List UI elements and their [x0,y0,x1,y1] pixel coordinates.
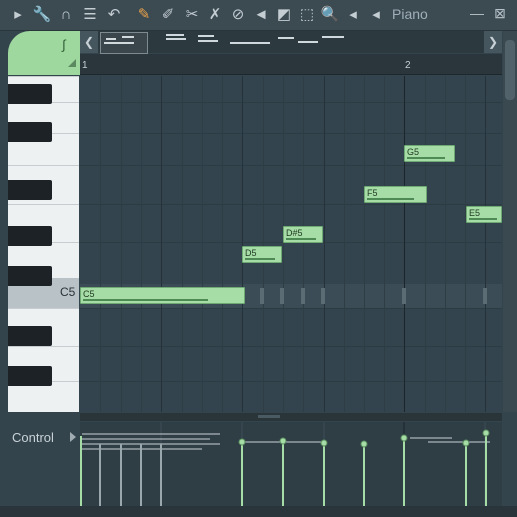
timeline-ruler[interactable]: 1 2 [80,54,502,75]
bar-number: 1 [82,60,88,71]
speaker-icon[interactable]: ◂ [366,4,386,26]
menu-circle-icon[interactable]: ☰ [80,4,100,26]
magnet-icon[interactable]: ∩ [56,4,76,26]
note-label: D5 [245,248,257,258]
note-label: D#5 [286,228,303,238]
velocity-bar [286,238,316,240]
velocity-bar [83,299,208,301]
piano-black-key[interactable] [8,266,52,286]
piano-black-key[interactable] [8,180,52,200]
scroll-left-button[interactable]: ❮ [80,31,98,53]
note-label: G5 [407,147,420,157]
mute-tool-icon[interactable]: ⊘ [228,4,248,26]
key-label: C5 [60,285,76,299]
select-tool-icon[interactable]: ⬚ [297,4,317,26]
piano-black-key[interactable] [8,84,52,104]
overview-view-window[interactable] [100,32,148,54]
playback-tool-icon[interactable]: ◂ [343,4,363,26]
paint-brush-icon[interactable]: ✐ [158,4,178,26]
undo-icon[interactable]: ↶ [104,4,124,26]
event-editor-divider[interactable] [80,413,502,421]
note-c5[interactable]: C5 [80,287,245,304]
divider-grip[interactable] [258,415,280,418]
speaker-mute-icon[interactable]: ◄ [251,4,271,26]
pattern-overview[interactable] [98,31,484,53]
control-dropdown-icon[interactable] [70,432,76,442]
bottom-bar [0,506,517,517]
wrench-icon[interactable]: 🔧 [32,4,52,26]
note-label: C5 [83,289,95,299]
velocity-bar [245,258,275,260]
erase-tool-icon[interactable]: ✗ [205,4,225,26]
note-g5[interactable]: G5 [404,145,455,162]
velocity-bar [407,157,445,159]
velocity-lanes[interactable] [80,422,502,506]
piano-black-key[interactable] [8,366,52,386]
note-e5[interactable]: E5 [466,206,502,223]
piano-black-key[interactable] [8,326,52,346]
note-d5[interactable]: D5 [242,246,282,263]
pencil-icon[interactable]: ✎ [134,4,154,26]
delete-tool-icon[interactable]: ✂ [182,4,202,26]
instrument-name[interactable]: Piano [392,6,428,22]
velocity-bar [367,198,414,200]
piano-black-key[interactable] [8,226,52,246]
note-label: E5 [469,208,481,218]
scroll-right-button[interactable]: ❯ [484,31,502,53]
piano-roll-toolbar: ▸ 🔧 ∩ ☰ ↶ ✎ ✐ ✂ ✗ ⊘ ◄ ◩ ⬚ 🔍 ◂ ◂ Piano — … [0,0,517,31]
piano-keyboard[interactable]: C5 [8,76,79,412]
bar-number: 2 [405,60,411,71]
note-grid[interactable]: C5 D5 D#5 F5 G5 E5 [80,76,502,412]
piano-black-key[interactable] [8,122,52,142]
velocity-event-editor[interactable] [80,422,502,506]
slice-tool-icon[interactable]: ◩ [274,4,294,26]
zoom-icon[interactable]: 🔍 [320,4,340,26]
target-channel-tab[interactable]: ∫ [8,31,80,75]
play-arrow-icon[interactable]: ▸ [8,4,28,26]
corner-triangle-icon [68,59,76,67]
close-button[interactable]: ⊠ [492,5,508,23]
vertical-scrollbar-thumb[interactable] [505,40,515,100]
note-f5[interactable]: F5 [364,186,427,203]
wave-icon: ∫ [62,37,66,52]
minimize-button[interactable]: — [470,5,484,23]
note-d-sharp-5[interactable]: D#5 [283,226,323,243]
velocity-bar [469,218,497,220]
note-label: F5 [367,188,378,198]
control-selector[interactable]: Control [12,430,54,445]
